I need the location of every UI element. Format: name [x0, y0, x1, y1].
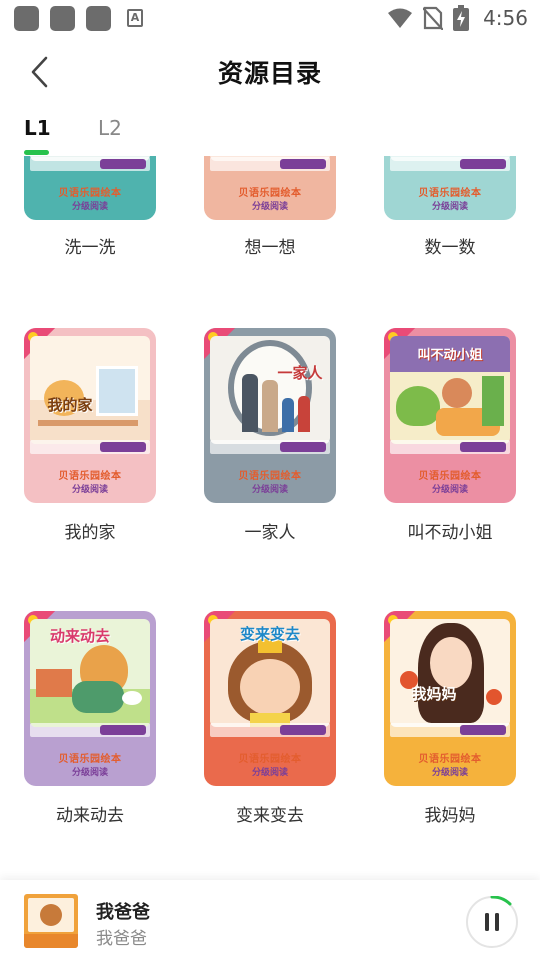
no-sim-icon: [423, 6, 444, 30]
book-title: 我妈妈: [424, 806, 476, 826]
a-icon: A: [127, 9, 143, 27]
cover-brand: 贝语乐园绘本 分级阅读: [58, 754, 122, 778]
status-time: 4:56: [483, 6, 528, 30]
book-cover: 叫不动小姐 贝语乐园绘本 分级阅读: [384, 328, 516, 503]
status-bar: A 4:56: [0, 0, 540, 38]
tab-indicator: [24, 150, 49, 155]
cover-title: 动来动去: [49, 627, 110, 645]
book-cover: 动来动去 贝语乐园绘本 分级阅读: [24, 611, 156, 786]
cover-title: 叫不动小姐: [417, 348, 483, 363]
notification-icon: [86, 6, 111, 31]
cover-brand: 贝语乐园绘本 分级阅读: [238, 754, 302, 778]
book-cover: 一家人 贝语乐园绘本 分级阅读: [204, 328, 336, 503]
cover-brand: 贝语乐园绘本 分级阅读: [238, 471, 302, 495]
wifi-icon: [388, 8, 413, 28]
book-cover: 贝语乐园绘本 分级阅读: [204, 156, 336, 220]
cover-title: 一家人: [277, 364, 323, 382]
cover-title: 我妈妈: [411, 685, 457, 703]
book-cover: 贝语乐园绘本 分级阅读: [24, 156, 156, 220]
tab-l2[interactable]: L2: [98, 116, 122, 140]
mini-player[interactable]: 我爸爸 我爸爸: [0, 880, 540, 960]
book-title: 一家人: [244, 523, 296, 543]
book-title: 变来变去: [236, 806, 304, 826]
level-tabs: L1 L2: [0, 110, 540, 156]
book-title: 洗一洗: [64, 238, 116, 258]
book-title: 数一数: [424, 238, 476, 258]
cover-brand: 贝语乐园绘本 分级阅读: [238, 188, 302, 212]
progress-ring: [490, 896, 512, 906]
player-subtitle: 我爸爸: [96, 929, 147, 949]
player-title: 我爸爸: [96, 902, 150, 923]
page-title: 资源目录: [217, 59, 322, 88]
book-cover: 贝语乐园绘本 分级阅读: [384, 156, 516, 220]
book-title: 叫不动小姐: [407, 523, 493, 543]
book-title: 我的家: [64, 523, 116, 543]
cover-title: 变来变去: [239, 625, 300, 643]
cover-brand: 贝语乐园绘本 分级阅读: [418, 754, 482, 778]
book-cover: 我的家 贝语乐园绘本 分级阅读: [24, 328, 156, 503]
book-cover: 我妈妈 贝语乐园绘本 分级阅读: [384, 611, 516, 786]
player-cover-image[interactable]: [24, 894, 78, 948]
notification-icon: [50, 6, 75, 31]
pause-button[interactable]: [466, 896, 518, 948]
notification-icon: [14, 6, 39, 31]
battery-charging-icon: [453, 5, 470, 31]
book-grid[interactable]: 贝语乐园绘本 分级阅读 洗一洗 贝语乐园绘本 分级阅读 想一想 贝语乐园绘本 分…: [0, 156, 540, 880]
cover-brand: 贝语乐园绘本 分级阅读: [418, 188, 482, 212]
cover-brand: 贝语乐园绘本 分级阅读: [418, 471, 482, 495]
tab-l1[interactable]: L1: [24, 116, 51, 140]
cover-title: 我的家: [47, 396, 93, 414]
book-title: 想一想: [244, 238, 296, 258]
header: 资源目录: [0, 40, 540, 104]
cover-brand: 贝语乐园绘本 分级阅读: [58, 188, 122, 212]
cover-brand: 贝语乐园绘本 分级阅读: [58, 471, 122, 495]
book-title: 动来动去: [56, 806, 124, 826]
book-cover: 变来变去 贝语乐园绘本 分级阅读: [204, 611, 336, 786]
